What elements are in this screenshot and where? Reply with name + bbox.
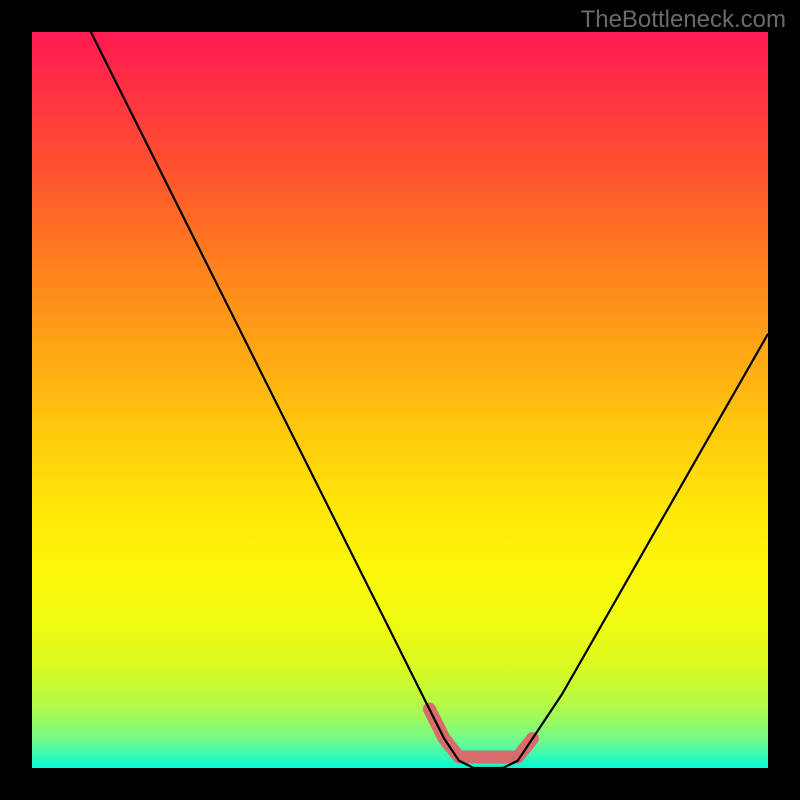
chart-svg (32, 32, 768, 768)
optimal-zone-marker (429, 709, 532, 757)
watermark-text: TheBottleneck.com (581, 6, 786, 34)
plot-area (32, 32, 768, 768)
bottleneck-curve (91, 32, 768, 768)
